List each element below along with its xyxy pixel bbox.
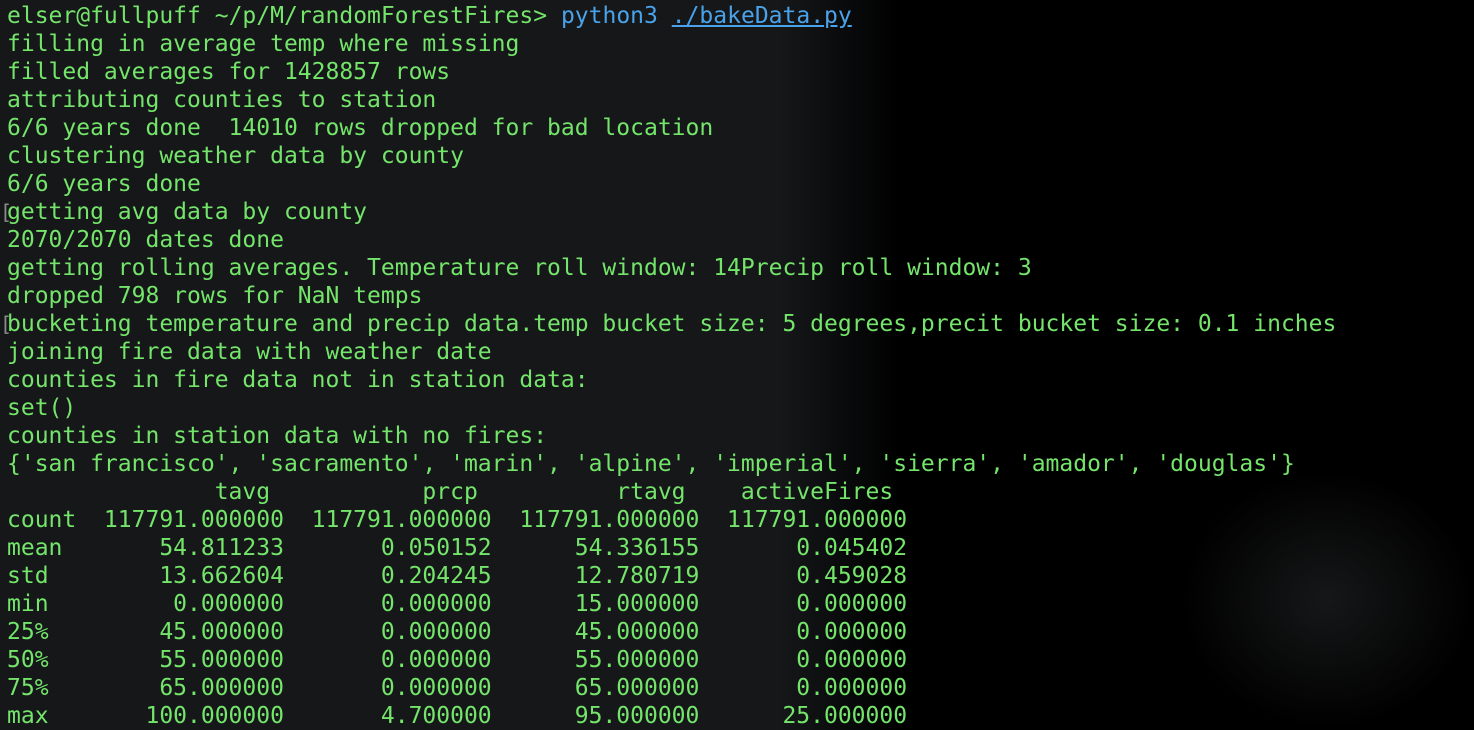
output-line: getting rolling averages. Temperature ro… bbox=[7, 255, 1032, 281]
stats-table-row: min 0.000000 0.000000 15.000000 0.000000 bbox=[7, 591, 908, 617]
output-line: counties in station data with no fires: bbox=[7, 423, 548, 449]
line-mark-icon: [ bbox=[0, 312, 13, 336]
output-line: 6/6 years done 14010 rows dropped for ba… bbox=[7, 115, 714, 141]
output-line: filled averages for 1428857 rows bbox=[7, 59, 451, 85]
line-mark-icon: [ bbox=[0, 200, 13, 224]
prompt-argument-link[interactable]: ./bakeData.py bbox=[672, 3, 852, 29]
stats-table-row: count 117791.000000 117791.000000 117791… bbox=[7, 507, 908, 533]
stats-table-row: 75% 65.000000 0.000000 65.000000 0.00000… bbox=[7, 675, 908, 701]
stats-table-row: 25% 45.000000 0.000000 45.000000 0.00000… bbox=[7, 619, 908, 645]
output-line: counties in fire data not in station dat… bbox=[7, 367, 589, 393]
output-line: bucketing temperature and precip data.te… bbox=[7, 311, 1337, 337]
output-line: 6/6 years done bbox=[7, 171, 201, 197]
output-line: filling in average temp where missing bbox=[7, 31, 520, 57]
prompt-user-host: elser@fullpuff bbox=[7, 3, 201, 29]
output-line: attributing counties to station bbox=[7, 87, 437, 113]
terminal-window[interactable]: elser@fullpuff ~/p/M/randomForestFires> … bbox=[0, 2, 1474, 730]
prompt-line: elser@fullpuff ~/p/M/randomForestFires> … bbox=[7, 2, 852, 30]
prompt-path: ~/p/M/randomForestFires> bbox=[214, 3, 548, 29]
stats-table-row: max 100.000000 4.700000 95.000000 25.000… bbox=[7, 703, 908, 729]
prompt-command: python3 bbox=[560, 3, 658, 29]
stats-table-header: tavg prcp rtavg activeFires bbox=[7, 479, 894, 505]
output-line: getting avg data by county bbox=[7, 199, 368, 225]
stats-table-row: std 13.662604 0.204245 12.780719 0.45902… bbox=[7, 563, 908, 589]
output-line: set() bbox=[7, 395, 77, 421]
output-line: 2070/2070 dates done bbox=[7, 227, 284, 253]
output-line: dropped 798 rows for NaN temps bbox=[7, 283, 423, 309]
output-line: {'san francisco', 'sacramento', 'marin',… bbox=[7, 451, 1295, 477]
output-line: joining fire data with weather date bbox=[7, 339, 492, 365]
stats-table-row: 50% 55.000000 0.000000 55.000000 0.00000… bbox=[7, 647, 908, 673]
stats-table-row: mean 54.811233 0.050152 54.336155 0.0454… bbox=[7, 535, 908, 561]
output-line: clustering weather data by county bbox=[7, 143, 464, 169]
